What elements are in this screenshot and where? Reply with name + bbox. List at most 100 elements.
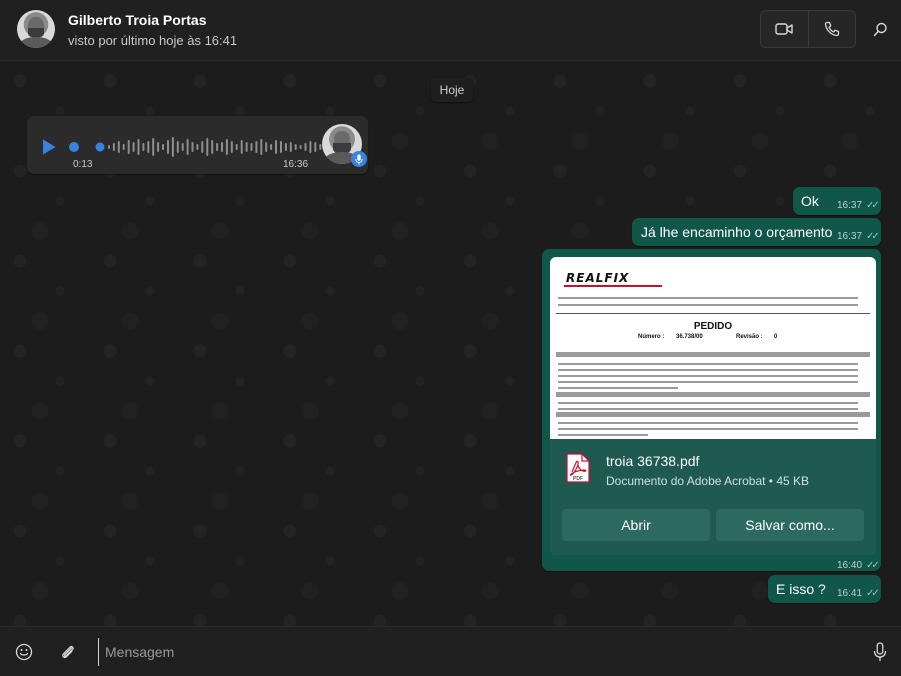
voice-record-button[interactable] xyxy=(868,640,892,664)
read-ticks-icon: ✓✓ xyxy=(866,231,880,242)
voice-message: 0:13 16:36 xyxy=(27,116,368,174)
document-revision: 0 xyxy=(774,334,778,340)
waveform-bar xyxy=(265,142,268,152)
waveform-bar xyxy=(275,140,277,154)
video-icon xyxy=(775,23,794,35)
document-card[interactable]: REALFIX PEDIDO Número : 36.738/00 Revisã… xyxy=(550,257,876,555)
message-text: Ok xyxy=(801,193,819,209)
read-ticks-icon: ✓✓ xyxy=(866,588,880,599)
call-button-group xyxy=(760,10,856,48)
contact-status: visto por último hoje às 16:41 xyxy=(68,33,238,48)
playback-position-dot[interactable] xyxy=(95,142,105,152)
contact-name[interactable]: Gilberto Troia Portas xyxy=(68,12,206,28)
message-time: 16:41 ✓✓ xyxy=(837,588,880,599)
document-preview[interactable]: REALFIX PEDIDO Número : 36.738/00 Revisã… xyxy=(550,257,876,439)
waveform-bar xyxy=(211,140,214,154)
attach-button[interactable] xyxy=(56,640,80,664)
message-text: Já lhe encaminho o orçamento xyxy=(641,224,833,240)
waveform-bar xyxy=(122,144,125,150)
waveform-bar xyxy=(142,143,145,151)
waveform-bar xyxy=(108,145,110,149)
message-text: E isso ? xyxy=(776,581,826,597)
waveform-bar xyxy=(127,140,130,154)
search-icon xyxy=(873,22,887,36)
waveform-bar xyxy=(186,139,189,155)
document-logo: REALFIX xyxy=(566,271,630,285)
document-number-label: Número : xyxy=(638,334,665,340)
file-name: troia 36738.pdf xyxy=(606,453,700,469)
save-as-button[interactable]: Salvar como... xyxy=(716,509,864,541)
emoji-icon xyxy=(15,643,33,661)
document-revision-label: Revisão : xyxy=(736,334,763,340)
message-bubble[interactable]: Já lhe encaminho o orçamento 16:37 ✓✓ xyxy=(632,218,881,246)
waveform-bar xyxy=(240,140,243,154)
waveform-bar xyxy=(280,141,282,153)
waveform-bar xyxy=(147,141,150,153)
message-timestamp: 16:41 xyxy=(837,588,863,599)
chat-area[interactable]: Hoje 0:13 16:36 Ok 16:37 ✓✓ Já lhe encam… xyxy=(0,61,901,626)
message-bubble[interactable]: E isso ? 16:41 ✓✓ xyxy=(768,575,881,603)
waveform-bar xyxy=(137,139,140,155)
voice-mic-badge xyxy=(351,151,367,167)
waveform-bar xyxy=(289,142,292,152)
voice-elapsed: 0:13 xyxy=(73,159,93,170)
pdf-icon: PDF xyxy=(566,453,590,483)
voice-timestamp: 16:36 xyxy=(283,159,309,170)
message-timestamp: 16:37 xyxy=(837,231,863,242)
document-message: REALFIX PEDIDO Número : 36.738/00 Revisã… xyxy=(542,249,881,571)
play-icon xyxy=(43,139,56,155)
read-ticks-icon: ✓✓ xyxy=(866,560,880,571)
document-rule xyxy=(556,313,870,314)
waveform-bar xyxy=(314,142,317,152)
waveform-bar xyxy=(319,144,322,150)
waveform-bar xyxy=(245,142,248,152)
message-time: 16:37 ✓✓ xyxy=(837,200,880,211)
open-button[interactable]: Abrir xyxy=(562,509,710,541)
document-file-info[interactable]: PDF troia 36738.pdf Documento do Adobe A… xyxy=(550,439,876,495)
waveform-bar xyxy=(294,144,297,150)
svg-text:PDF: PDF xyxy=(573,476,583,482)
message-time: 16:40 ✓✓ xyxy=(837,560,880,571)
document-number: 36.738/00 xyxy=(676,334,703,340)
message-input[interactable] xyxy=(98,638,838,666)
waveform-bar xyxy=(112,143,115,151)
waveform-bar xyxy=(191,142,194,152)
waveform-bar xyxy=(201,141,204,153)
phone-icon xyxy=(824,21,840,37)
waveform-bar xyxy=(235,144,238,150)
waveform-bar xyxy=(255,141,258,153)
play-button[interactable] xyxy=(41,138,57,156)
waveform-bar xyxy=(132,142,135,152)
date-divider: Hoje xyxy=(431,78,473,102)
message-timestamp: 16:37 xyxy=(837,200,863,211)
waveform-bar xyxy=(216,143,219,151)
read-ticks-icon: ✓✓ xyxy=(866,200,880,211)
waveform-bar xyxy=(270,144,273,150)
waveform-bar xyxy=(157,142,160,152)
message-bubble[interactable]: Ok 16:37 ✓✓ xyxy=(793,187,881,215)
composer-bar xyxy=(0,626,901,676)
waveform-bar xyxy=(225,139,228,155)
waveform-bar xyxy=(171,137,174,157)
contact-avatar[interactable] xyxy=(17,10,55,48)
search-button[interactable] xyxy=(866,14,894,44)
waveform-bar xyxy=(299,145,302,149)
waveform-bar xyxy=(309,141,312,153)
voice-waveform[interactable] xyxy=(69,136,333,158)
waveform-bar xyxy=(260,139,263,155)
waveform-bar xyxy=(152,138,155,156)
waveform-bar xyxy=(221,142,223,152)
waveform-bar xyxy=(167,140,169,154)
file-meta: Documento do Adobe Acrobat • 45 KB xyxy=(606,474,810,488)
voice-call-button[interactable] xyxy=(807,11,855,47)
video-call-button[interactable] xyxy=(761,11,808,47)
waveform-bar xyxy=(284,143,287,151)
waveform-bar xyxy=(181,143,184,151)
emoji-button[interactable] xyxy=(12,640,36,664)
attach-icon xyxy=(62,645,74,659)
document-logo-underline xyxy=(564,285,662,287)
waveform-bar xyxy=(304,143,307,151)
waveform-bar xyxy=(162,144,164,150)
waveform-bar xyxy=(196,144,199,150)
document-title: PEDIDO xyxy=(693,321,733,332)
